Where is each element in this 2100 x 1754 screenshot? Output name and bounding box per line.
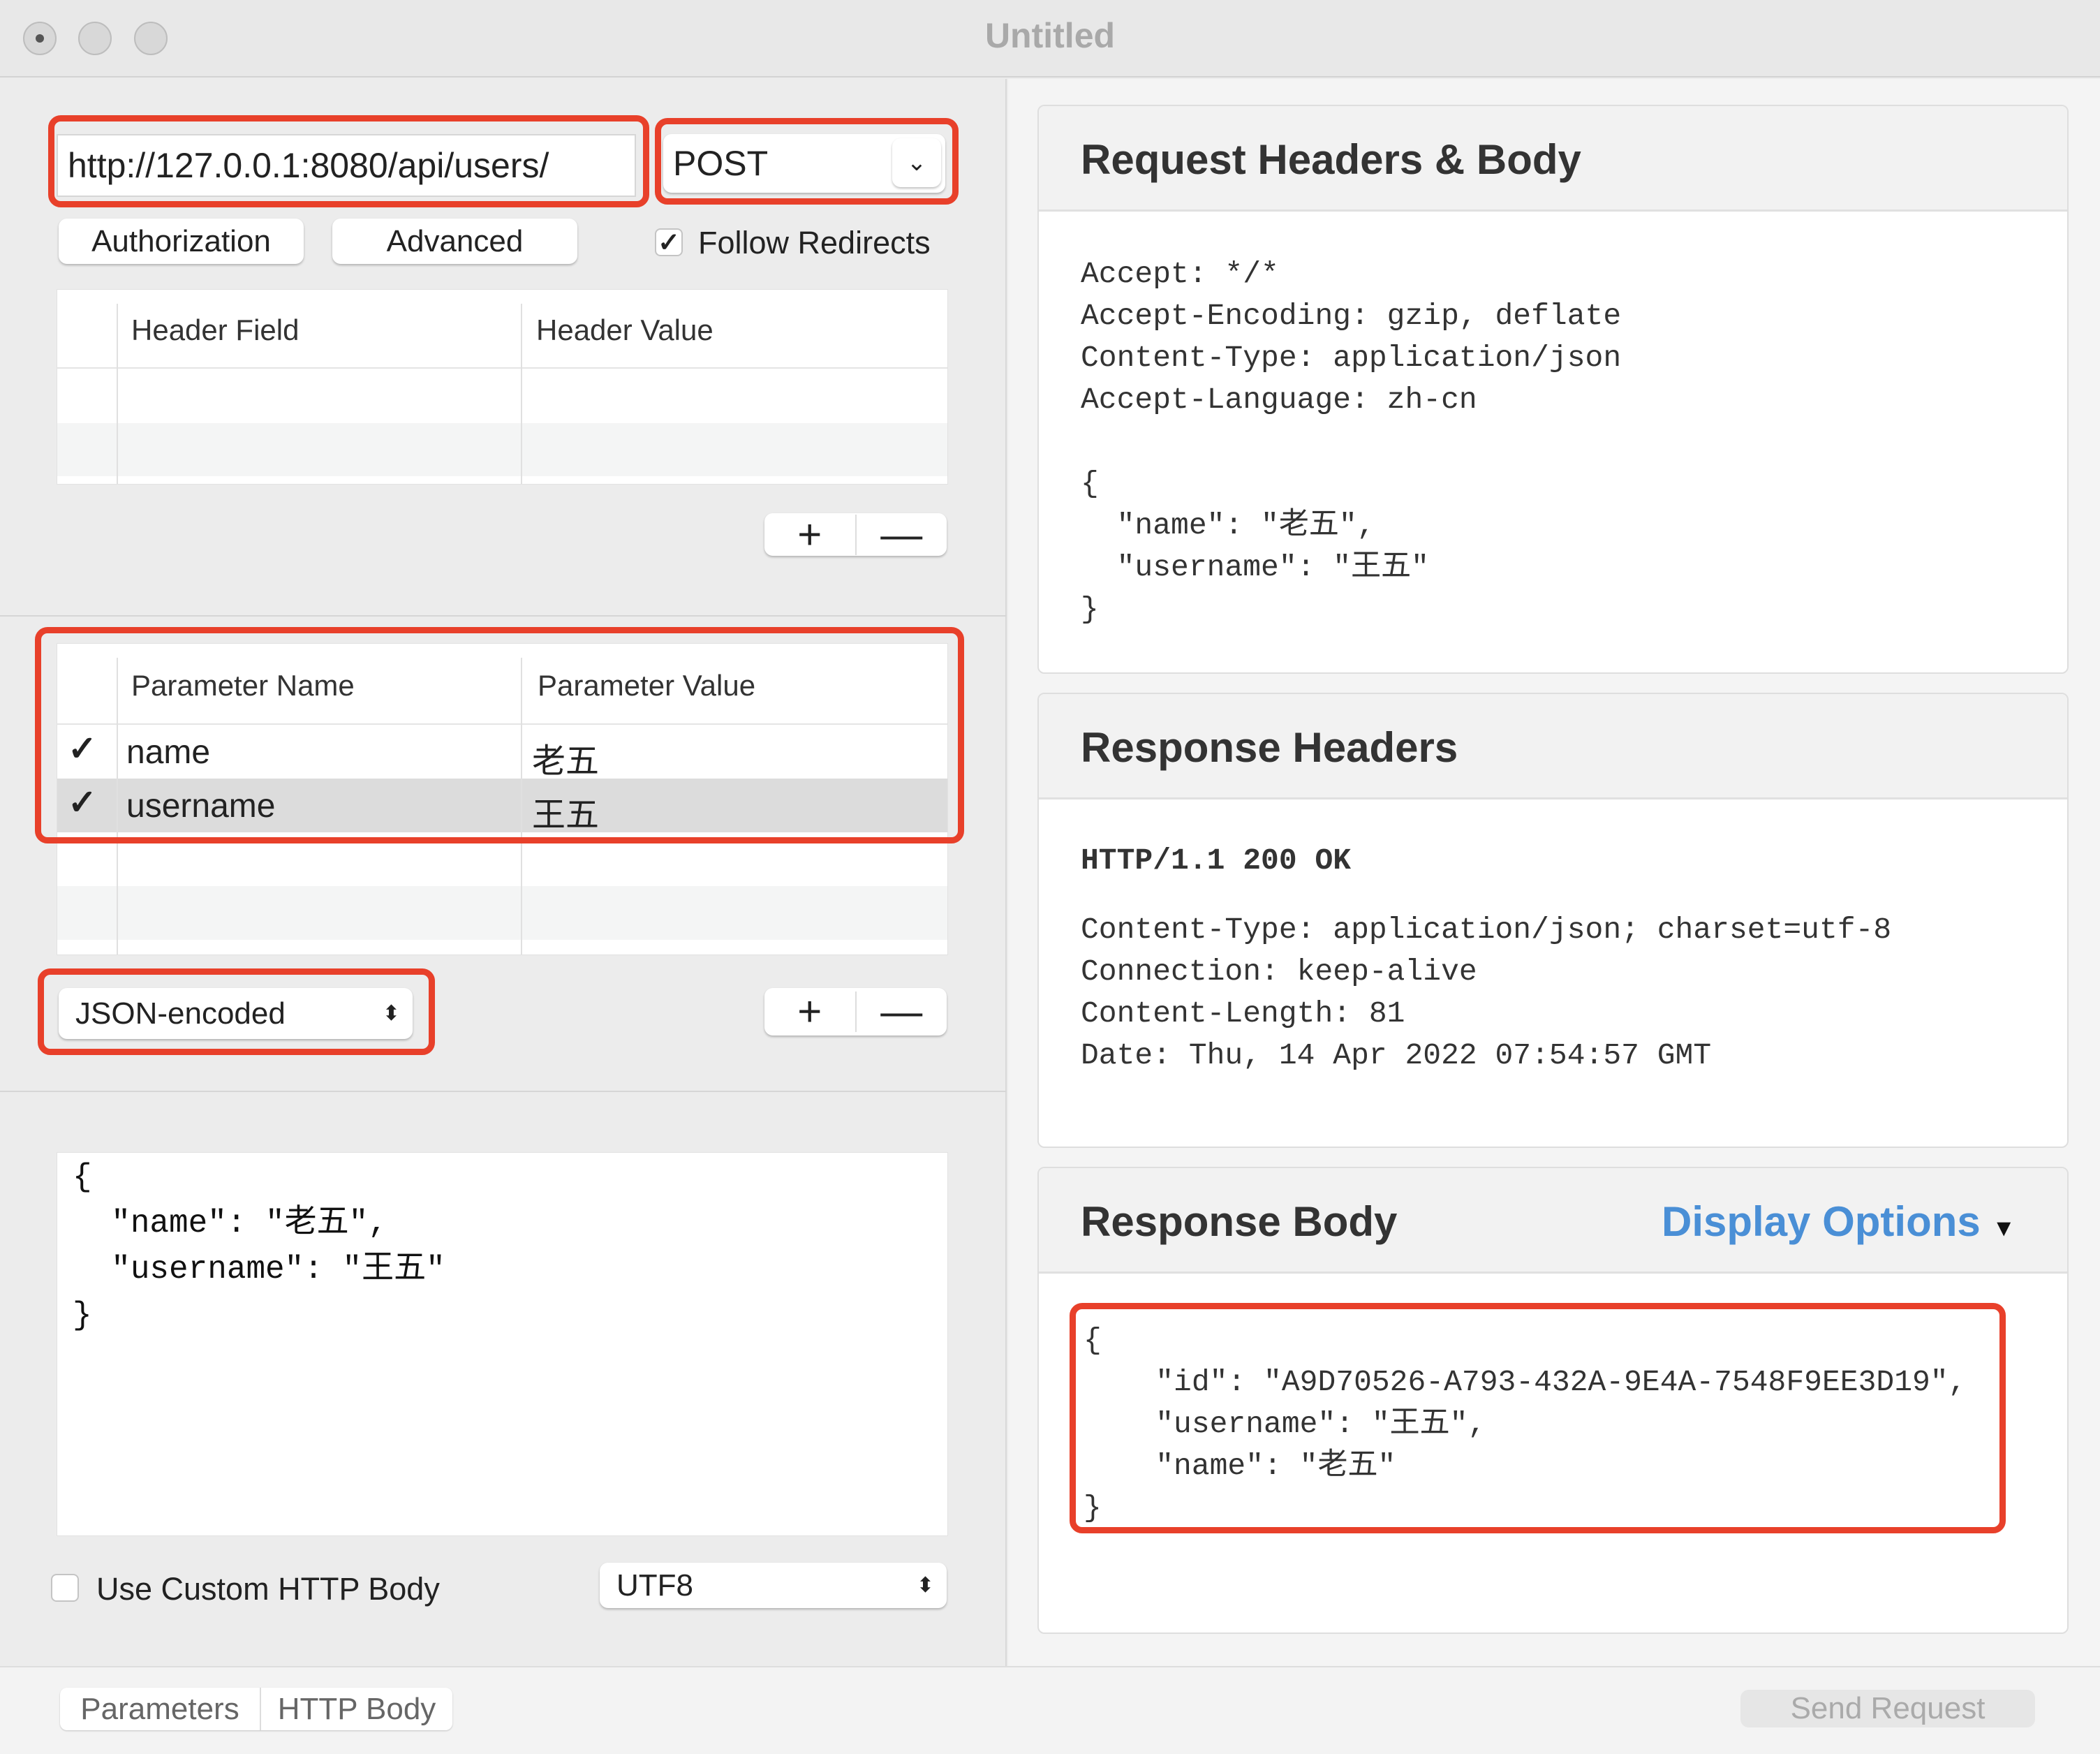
title-bar: Untitled (0, 0, 2100, 78)
panel-title: Request Headers & Body (1081, 136, 1581, 183)
dropdown-triangle-icon: ▼ (1992, 1215, 2016, 1241)
header-field-column[interactable]: Header Field (131, 314, 299, 347)
bottom-tabs: Parameters HTTP Body (60, 1688, 452, 1730)
header-add-remove: + — (764, 513, 947, 556)
response-body-highlight (1070, 1303, 2006, 1533)
follow-redirects-label: Follow Redirects (698, 225, 931, 260)
response-headers-text: Content-Type: application/json; charset=… (1081, 913, 1892, 1073)
body-text[interactable]: { "name": "老五", "username": "王五" } (73, 1154, 445, 1339)
updown-chevron-icon: ⬍ (382, 1002, 400, 1025)
table-row[interactable] (57, 423, 947, 476)
encoding-select[interactable]: JSON-encoded ⬍ (59, 988, 413, 1039)
tab-parameters[interactable]: Parameters (60, 1688, 261, 1730)
response-headers-panel: Response Headers HTTP/1.1 200 OK Content… (1037, 693, 2069, 1148)
encoding-value: JSON-encoded (75, 996, 286, 1031)
parameters-highlight (35, 627, 964, 843)
authorization-button[interactable]: Authorization (59, 219, 304, 264)
send-request-button[interactable]: Send Request (1740, 1690, 2035, 1727)
url-input[interactable]: http://127.0.0.1:8080/api/users/ (57, 134, 636, 197)
header-value-column[interactable]: Header Value (536, 314, 713, 347)
tab-http-body[interactable]: HTTP Body (261, 1688, 452, 1730)
status-line: HTTP/1.1 200 OK (1081, 843, 1352, 878)
add-parameter-button[interactable]: + (764, 991, 855, 1033)
method-value: POST (673, 144, 769, 183)
display-options-button[interactable]: Display Options ▼ (1662, 1197, 2016, 1246)
param-add-remove: + — (764, 988, 947, 1036)
request-headers-body-panel: Request Headers & Body Accept: */* Accep… (1037, 105, 2069, 674)
headers-table[interactable]: Header Field Header Value (57, 289, 948, 485)
chevron-down-icon: ⌄ (892, 138, 941, 187)
remove-header-button[interactable]: — (855, 513, 947, 555)
window-title: Untitled (984, 16, 1116, 55)
remove-parameter-button[interactable]: — (855, 991, 947, 1033)
request-preview-text: Accept: */* Accept-Encoding: gzip, defla… (1081, 257, 1622, 626)
panel-title: Response Body (1081, 1198, 1398, 1245)
add-header-button[interactable]: + (764, 513, 855, 555)
method-select[interactable]: POST ⌄ (663, 134, 945, 193)
http-body-editor[interactable]: { "name": "老五", "username": "王五" } (57, 1152, 948, 1536)
use-custom-body-checkbox[interactable] (51, 1574, 79, 1602)
display-options-label: Display Options (1662, 1198, 1981, 1245)
panel-title: Response Headers (1081, 724, 1458, 771)
updown-chevron-icon: ⬍ (916, 1574, 934, 1597)
charset-select[interactable]: UTF8 ⬍ (600, 1563, 947, 1608)
advanced-button[interactable]: Advanced (332, 219, 577, 264)
checkmark-icon: ✓ (658, 228, 680, 258)
charset-value: UTF8 (616, 1568, 693, 1602)
follow-redirects-checkbox[interactable]: ✓ (655, 228, 683, 258)
use-custom-body-label: Use Custom HTTP Body (96, 1571, 440, 1607)
